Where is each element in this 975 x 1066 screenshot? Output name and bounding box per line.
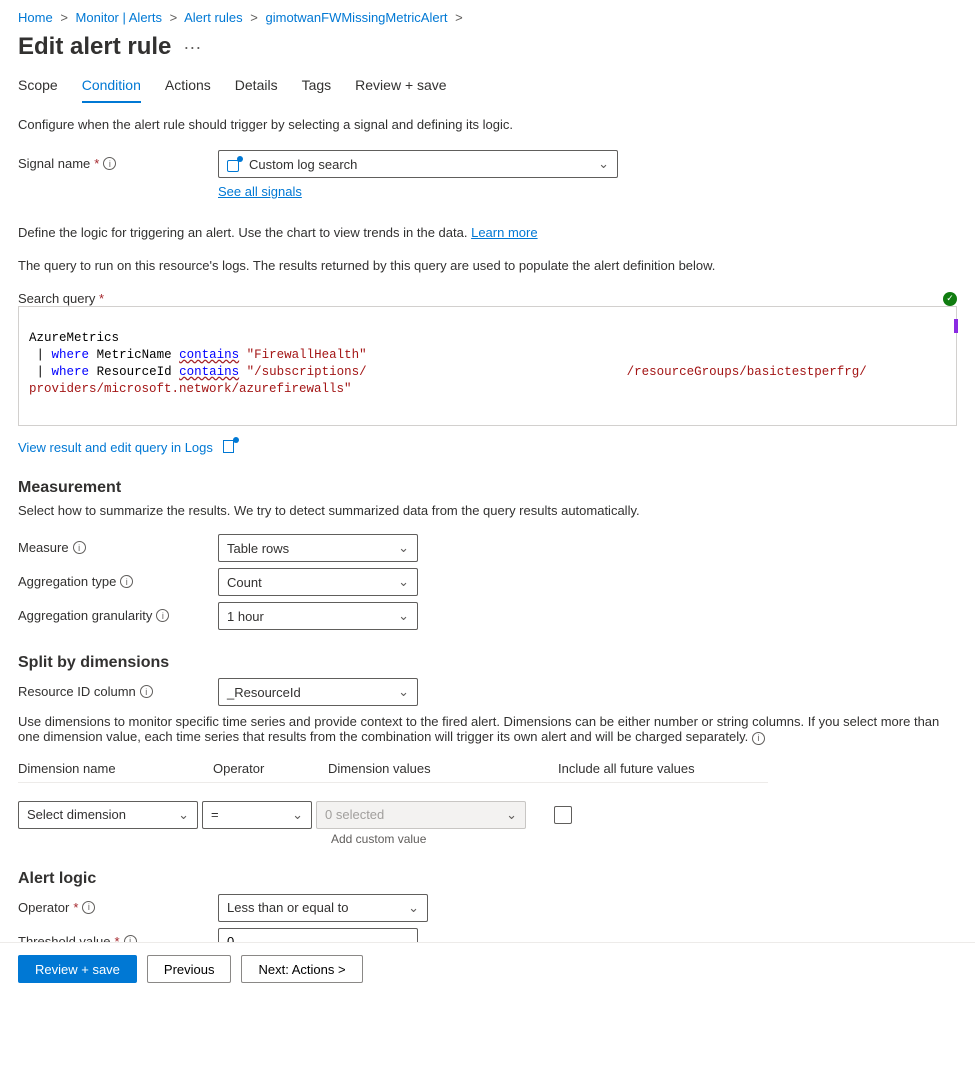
signal-name-label: Signal name — [18, 156, 90, 171]
cursor-indicator — [954, 319, 958, 333]
dimension-operator-value: = — [211, 807, 219, 822]
required-indicator: * — [73, 900, 78, 915]
alert-logic-heading: Alert logic — [18, 870, 957, 888]
col-dimension-name: Dimension name — [18, 761, 213, 776]
signal-name-value: Custom log search — [249, 157, 357, 172]
review-save-button[interactable]: Review + save — [18, 955, 137, 983]
breadcrumb-current[interactable]: gimotwanFWMissingMetricAlert — [266, 10, 448, 25]
tab-actions[interactable]: Actions — [165, 71, 211, 103]
chevron-right-icon: > — [250, 10, 258, 25]
search-query-input[interactable]: AzureMetrics | where MetricName contains… — [18, 306, 957, 426]
chevron-down-icon: ⌄ — [408, 900, 419, 916]
aggregation-granularity-value: 1 hour — [227, 609, 264, 624]
custom-log-search-icon — [227, 156, 243, 172]
tab-scope[interactable]: Scope — [18, 71, 58, 103]
operator-dropdown[interactable]: Less than or equal to ⌄ — [218, 894, 428, 922]
col-operator: Operator — [213, 761, 328, 776]
split-by-dimensions-heading: Split by dimensions — [18, 654, 957, 672]
aggregation-granularity-dropdown[interactable]: 1 hour ⌄ — [218, 602, 418, 630]
info-icon[interactable]: i — [82, 901, 95, 914]
footer-bar: Review + save Previous Next: Actions > — [0, 942, 975, 995]
required-indicator: * — [94, 156, 99, 171]
split-description: Use dimensions to monitor specific time … — [18, 714, 939, 744]
signal-name-dropdown[interactable]: Custom log search ⌄ — [218, 150, 618, 178]
tab-details[interactable]: Details — [235, 71, 278, 103]
info-icon[interactable]: i — [752, 732, 765, 745]
page-title: Edit alert rule — [18, 33, 171, 61]
chevron-down-icon: ⌄ — [178, 807, 189, 823]
dimension-operator-select[interactable]: = ⌄ — [202, 801, 312, 829]
search-query-label: Search query — [18, 291, 95, 306]
dimension-values-value: 0 selected — [325, 807, 384, 822]
breadcrumb: Home > Monitor | Alerts > Alert rules > … — [18, 10, 957, 25]
chevron-down-icon: ⌄ — [398, 684, 409, 700]
measurement-heading: Measurement — [18, 479, 957, 497]
see-all-signals-link[interactable]: See all signals — [218, 184, 302, 199]
more-actions-icon[interactable]: ··· — [183, 37, 201, 58]
col-include-future: Include all future values — [558, 761, 768, 776]
aggregation-type-dropdown[interactable]: Count ⌄ — [218, 568, 418, 596]
dimensions-table-header: Dimension name Operator Dimension values… — [18, 761, 768, 783]
resource-id-column-label: Resource ID column — [18, 684, 136, 699]
chevron-down-icon: ⌄ — [398, 608, 409, 624]
measure-value: Table rows — [227, 541, 289, 556]
resource-id-column-value: _ResourceId — [227, 685, 301, 700]
add-custom-value-link[interactable]: Add custom value — [331, 832, 768, 846]
col-dimension-values: Dimension values — [328, 761, 558, 776]
logs-icon — [223, 438, 237, 452]
include-future-values-checkbox[interactable] — [554, 806, 572, 824]
chevron-down-icon: ⌄ — [398, 574, 409, 590]
breadcrumb-home[interactable]: Home — [18, 10, 53, 25]
tabs: Scope Condition Actions Details Tags Rev… — [18, 71, 957, 103]
chevron-down-icon: ⌄ — [398, 540, 409, 556]
resource-id-column-dropdown[interactable]: _ResourceId ⌄ — [218, 678, 418, 706]
aggregation-granularity-label: Aggregation granularity — [18, 608, 152, 623]
query-description: The query to run on this resource's logs… — [18, 258, 957, 273]
tab-tags[interactable]: Tags — [302, 71, 332, 103]
required-indicator: * — [99, 291, 104, 306]
info-icon[interactable]: i — [73, 541, 86, 554]
measure-dropdown[interactable]: Table rows ⌄ — [218, 534, 418, 562]
learn-more-link[interactable]: Learn more — [471, 225, 537, 240]
operator-value: Less than or equal to — [227, 900, 348, 915]
measure-label: Measure — [18, 540, 69, 555]
aggregation-type-value: Count — [227, 575, 262, 590]
dimension-name-select[interactable]: Select dimension ⌄ — [18, 801, 198, 829]
operator-label: Operator — [18, 900, 69, 915]
breadcrumb-monitor-alerts[interactable]: Monitor | Alerts — [76, 10, 162, 25]
chevron-down-icon: ⌄ — [292, 807, 303, 823]
measurement-description: Select how to summarize the results. We … — [18, 503, 957, 518]
tab-condition[interactable]: Condition — [82, 71, 141, 103]
next-actions-button[interactable]: Next: Actions > — [241, 955, 362, 983]
info-icon[interactable]: i — [103, 157, 116, 170]
dimension-name-value: Select dimension — [27, 807, 126, 822]
dimension-values-select[interactable]: 0 selected ⌄ — [316, 801, 526, 829]
view-result-in-logs-link[interactable]: View result and edit query in Logs — [18, 440, 213, 455]
dimensions-table-row: Select dimension ⌄ = ⌄ 0 selected ⌄ — [18, 783, 768, 829]
chevron-right-icon: > — [455, 10, 463, 25]
previous-button[interactable]: Previous — [147, 955, 232, 983]
chevron-down-icon: ⌄ — [506, 807, 517, 823]
info-icon[interactable]: i — [140, 685, 153, 698]
aggregation-type-label: Aggregation type — [18, 574, 116, 589]
chevron-down-icon: ⌄ — [598, 156, 609, 172]
tab-review-save[interactable]: Review + save — [355, 71, 446, 103]
breadcrumb-alert-rules[interactable]: Alert rules — [184, 10, 243, 25]
chevron-right-icon: > — [60, 10, 68, 25]
chevron-right-icon: > — [170, 10, 178, 25]
logic-description: Define the logic for triggering an alert… — [18, 225, 957, 240]
info-icon[interactable]: i — [156, 609, 169, 622]
info-icon[interactable]: i — [120, 575, 133, 588]
intro-text: Configure when the alert rule should tri… — [18, 117, 957, 132]
validation-success-icon: ✓ — [943, 292, 957, 306]
